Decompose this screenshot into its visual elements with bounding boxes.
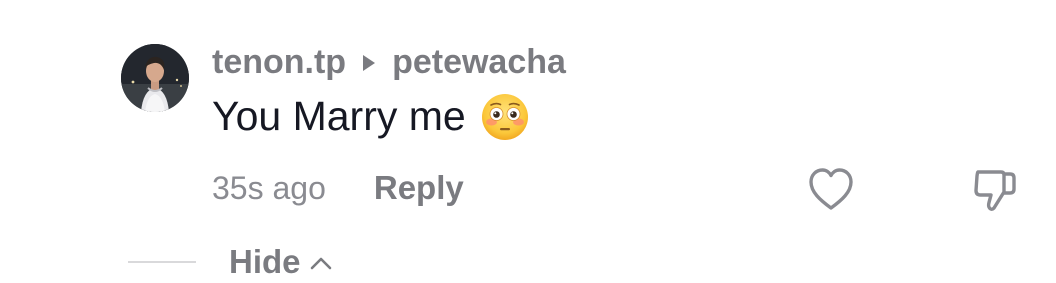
username[interactable]: tenon.tp — [212, 43, 346, 82]
comment-meta: 35s ago Reply — [212, 166, 464, 210]
avatar-image — [121, 44, 189, 112]
flushed-face-emoji — [481, 94, 528, 140]
reply-to-username[interactable]: petewacha — [392, 43, 566, 82]
comment-text-content: You Marry me — [212, 92, 466, 139]
like-button[interactable] — [806, 165, 856, 213]
avatar[interactable] — [121, 44, 189, 112]
dislike-button[interactable] — [970, 164, 1020, 214]
replies-divider — [128, 261, 196, 263]
comment-text: You Marry me — [212, 90, 530, 142]
caret-right-icon — [363, 55, 376, 71]
comment-header: tenon.tp petewacha — [212, 40, 566, 84]
timestamp: 35s ago — [212, 169, 326, 206]
heart-outline-icon — [809, 168, 853, 210]
hide-replies-button[interactable]: Hide — [229, 241, 333, 283]
comment-item: tenon.tp petewacha You Marry me 35s ago … — [0, 0, 1056, 280]
hide-label: Hide — [229, 243, 301, 280]
reply-button[interactable]: Reply — [374, 169, 464, 207]
chevron-up-icon — [310, 257, 331, 270]
thumbs-down-outline-icon — [974, 170, 1016, 211]
